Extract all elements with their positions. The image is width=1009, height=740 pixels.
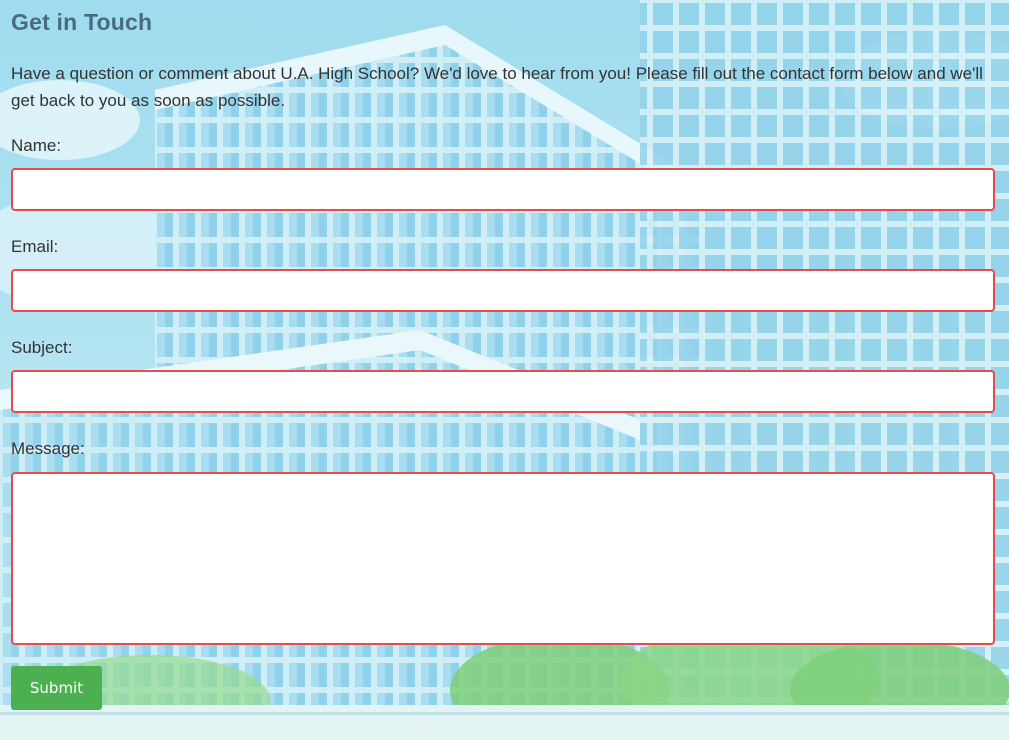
- message-textarea[interactable]: [11, 472, 995, 645]
- submit-button[interactable]: Submit: [11, 666, 102, 710]
- name-label: Name:: [11, 136, 62, 155]
- email-input[interactable]: [11, 269, 995, 312]
- message-label: Message:: [11, 439, 85, 458]
- page-title: Get in Touch: [11, 9, 153, 35]
- name-input[interactable]: [11, 168, 995, 211]
- email-label: Email:: [11, 237, 59, 256]
- intro-text: Have a question or comment about U.A. Hi…: [11, 64, 983, 110]
- subject-label: Subject:: [11, 338, 73, 357]
- subject-input[interactable]: [11, 370, 995, 413]
